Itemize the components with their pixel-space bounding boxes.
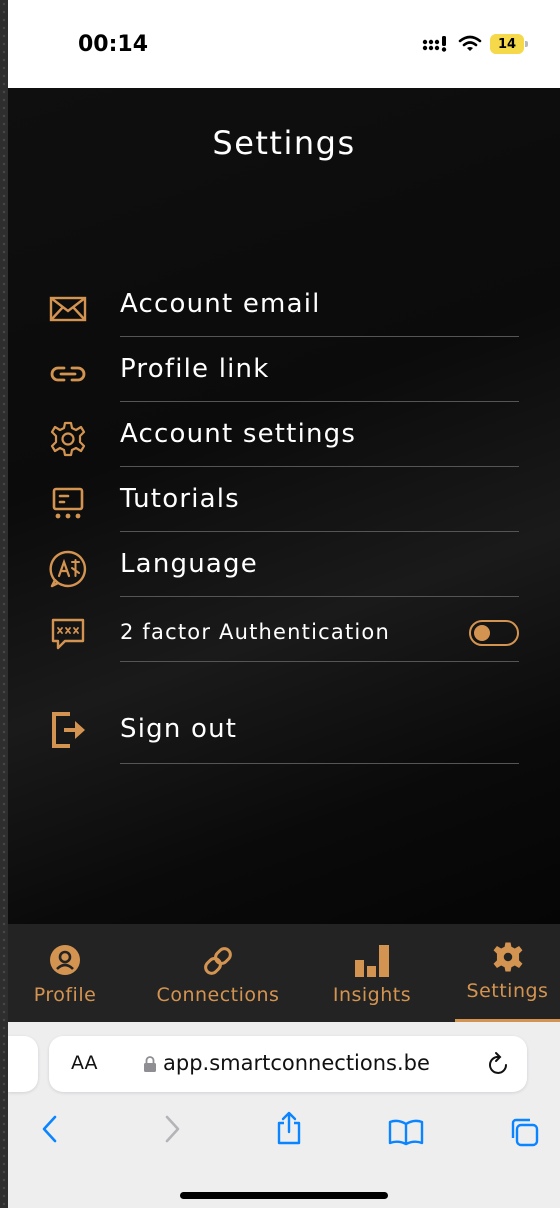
reload-icon[interactable]	[487, 1051, 511, 1077]
back-icon[interactable]	[40, 1114, 60, 1144]
battery-indicator: 14	[490, 34, 528, 54]
home-indicator	[180, 1192, 388, 1199]
divider	[120, 466, 519, 467]
url-text: app.smartconnections.be	[163, 1051, 430, 1075]
divider	[120, 401, 519, 402]
cellular-signal-icon	[422, 36, 447, 52]
settings-item-label: Account settings	[120, 419, 357, 449]
nav-item-settings[interactable]: Settings	[455, 924, 560, 1022]
settings-item-label: Tutorials	[120, 484, 240, 514]
settings-item-two-factor-authentication: 2 factor Authentication	[8, 598, 560, 662]
forward-icon[interactable]	[162, 1114, 182, 1144]
tabs-icon[interactable]	[508, 1116, 540, 1148]
gear-icon	[493, 942, 522, 972]
text-size-label: AA	[71, 1052, 98, 1074]
settings-item-language[interactable]: Language	[8, 533, 560, 597]
sign-out-icon	[52, 712, 85, 748]
status-bar: 00:14 14	[8, 0, 560, 88]
tutorial-board-icon	[52, 487, 84, 519]
link-icon	[204, 947, 232, 975]
share-icon[interactable]	[274, 1110, 304, 1146]
previous-tab-peek[interactable]	[8, 1036, 38, 1092]
divider	[120, 336, 519, 337]
nav-item-insights[interactable]: Insights	[320, 924, 424, 1022]
two-factor-toggle[interactable]	[469, 620, 519, 646]
nav-item-connections[interactable]: Connections	[138, 924, 298, 1022]
divider	[120, 763, 519, 764]
settings-item-sign-out[interactable]: Sign out	[8, 688, 560, 764]
text-size-button[interactable]: AA	[71, 1052, 98, 1074]
nav-label: Insights	[332, 984, 412, 1006]
settings-item-label: Profile link	[120, 354, 270, 384]
address-bar[interactable]: AA app.smartconnections.be	[49, 1036, 527, 1092]
settings-item-label: 2 factor Authentication	[120, 620, 390, 644]
settings-item-tutorials[interactable]: Tutorials	[8, 468, 560, 532]
settings-item-account-email[interactable]: Account email	[8, 273, 560, 337]
user-icon	[50, 945, 80, 975]
divider	[120, 531, 519, 532]
link-icon	[50, 366, 86, 382]
settings-item-label: Language	[120, 549, 258, 579]
toggle-knob	[474, 625, 490, 641]
gear-icon	[50, 421, 86, 457]
nav-item-profile[interactable]: Profile	[20, 924, 110, 1022]
settings-item-account-settings[interactable]: Account settings	[8, 403, 560, 467]
lock-icon	[144, 1056, 156, 1072]
settings-screen: Settings Account email Profile link Acco…	[8, 88, 560, 924]
nav-label: Connections	[156, 984, 280, 1006]
bookmarks-icon[interactable]	[388, 1118, 424, 1146]
status-icons: 14	[422, 34, 528, 54]
settings-item-label: Account email	[120, 289, 321, 319]
status-time: 00:14	[78, 32, 149, 57]
nav-label: Settings	[466, 980, 549, 1002]
divider	[120, 661, 519, 662]
password-chat-icon	[51, 618, 85, 650]
nav-label: Profile	[33, 984, 97, 1006]
wifi-icon	[458, 35, 482, 51]
page-title: Settings	[212, 124, 356, 162]
bottom-navigation: Profile Connections Insights Settings	[8, 924, 560, 1022]
envelope-icon	[49, 296, 87, 322]
settings-item-profile-link[interactable]: Profile link	[8, 338, 560, 402]
bar-chart-icon	[355, 945, 389, 977]
divider	[120, 596, 519, 597]
browser-toolbar: AA app.smartconnections.be	[8, 1022, 560, 1208]
settings-item-label: Sign out	[120, 714, 238, 744]
translate-icon	[49, 550, 87, 588]
